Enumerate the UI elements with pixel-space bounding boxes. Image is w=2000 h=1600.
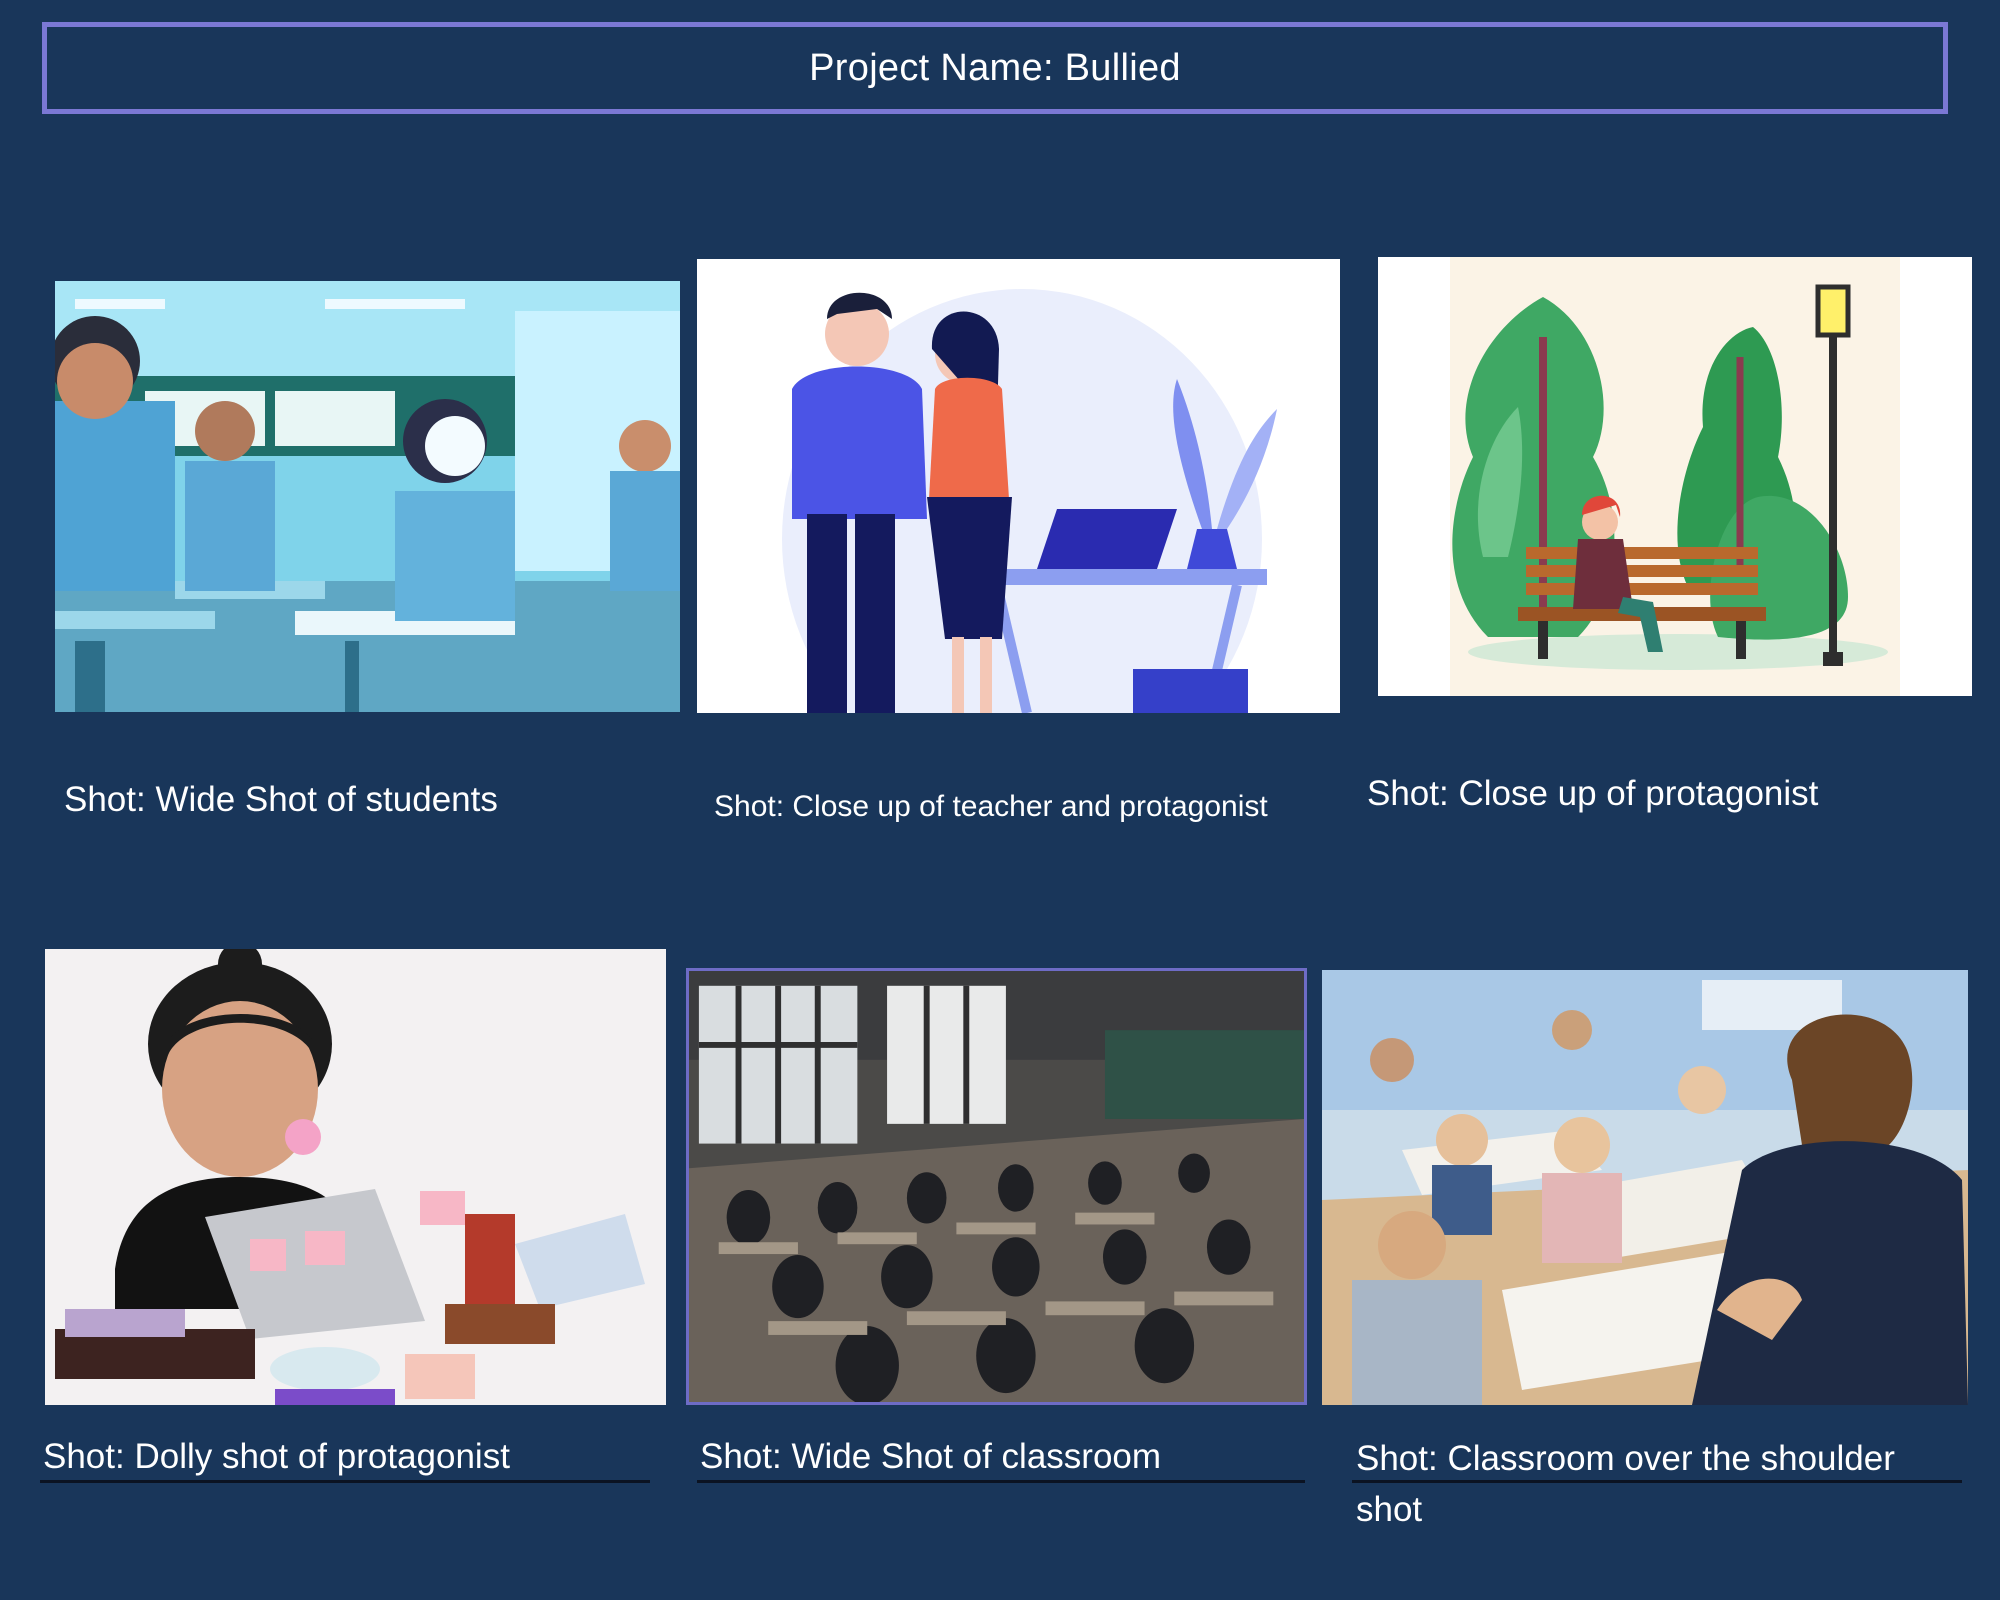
over-shoulder-classroom-illustration [1322, 970, 1968, 1405]
shot-1-caption: Shot: Wide Shot of students [64, 780, 498, 819]
shot-1-thumbnail[interactable] [55, 281, 680, 712]
shot-5-thumbnail[interactable] [686, 968, 1307, 1405]
girl-laptop-illustration [45, 949, 666, 1405]
shot-6-caption-continued: shot [1356, 1490, 1423, 1529]
park-bench-illustration [1378, 257, 1972, 696]
teacher-protagonist-illustration [697, 259, 1340, 713]
shot-4-caption: Shot: Dolly shot of protagonist [43, 1437, 510, 1476]
shot-6-caption-underline [1352, 1480, 1962, 1483]
shot-6-thumbnail[interactable] [1322, 970, 1968, 1405]
shot-2-thumbnail[interactable] [697, 259, 1340, 713]
project-title-box: Project Name: Bullied [42, 22, 1948, 114]
classroom-students-illustration [55, 281, 680, 712]
shot-6-caption: Shot: Classroom over the shoulder [1356, 1439, 1895, 1478]
project-title: Project Name: Bullied [809, 46, 1181, 89]
shot-3-caption: Shot: Close up of protagonist [1367, 774, 1819, 813]
shot-5-caption-underline [697, 1480, 1305, 1483]
shot-5-caption: Shot: Wide Shot of classroom [700, 1437, 1162, 1476]
classroom-wide-illustration [689, 971, 1304, 1402]
shot-2-caption: Shot: Close up of teacher and protagonis… [714, 790, 1268, 823]
shot-4-caption-underline [40, 1480, 650, 1483]
shot-4-thumbnail[interactable] [45, 949, 666, 1405]
shot-3-thumbnail[interactable] [1378, 257, 1972, 696]
